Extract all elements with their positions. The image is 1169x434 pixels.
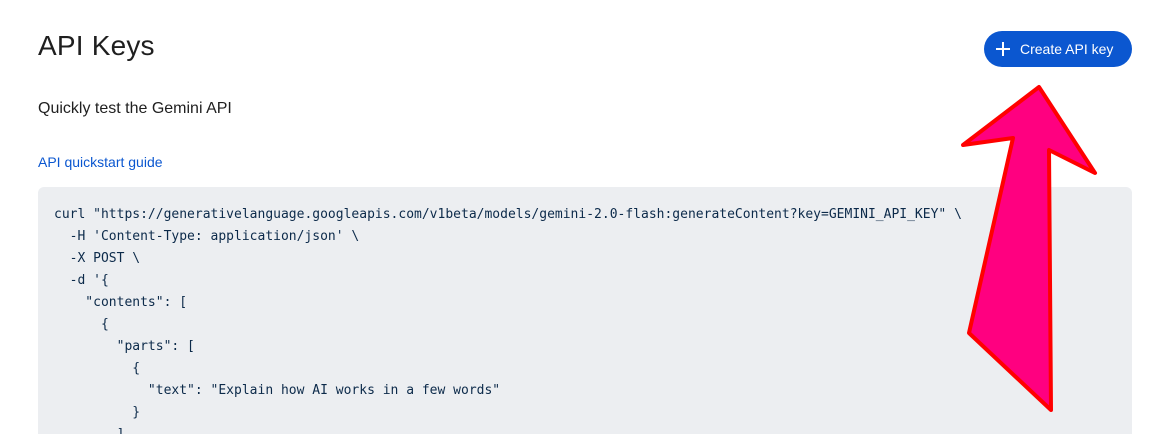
code-block[interactable]: curl "https://generativelanguage.googlea… (38, 187, 1132, 434)
code-line: } (54, 405, 141, 420)
code-line: -H 'Content-Type: application/json' \ (54, 229, 360, 244)
code-line: "text": "Explain how AI works in a few w… (54, 383, 501, 398)
code-line: curl "https://generativelanguage.googlea… (54, 207, 962, 222)
code-line: "parts": [ (54, 339, 195, 354)
create-api-key-label: Create API key (1020, 41, 1114, 57)
code-line: "contents": [ (54, 295, 188, 310)
code-line: -d '{ (54, 273, 109, 288)
plus-icon (996, 42, 1010, 56)
code-line: ] (54, 427, 1116, 434)
create-api-key-button[interactable]: Create API key (984, 31, 1132, 67)
page-title: API Keys (38, 30, 155, 61)
section-subtitle: Quickly test the Gemini API (38, 100, 232, 117)
code-line: { (54, 317, 109, 332)
code-line: { (54, 361, 141, 376)
page: API Keys Create API key Quickly test the… (0, 0, 1169, 434)
code-line: -X POST \ (54, 251, 141, 266)
api-quickstart-link[interactable]: API quickstart guide (38, 154, 163, 170)
